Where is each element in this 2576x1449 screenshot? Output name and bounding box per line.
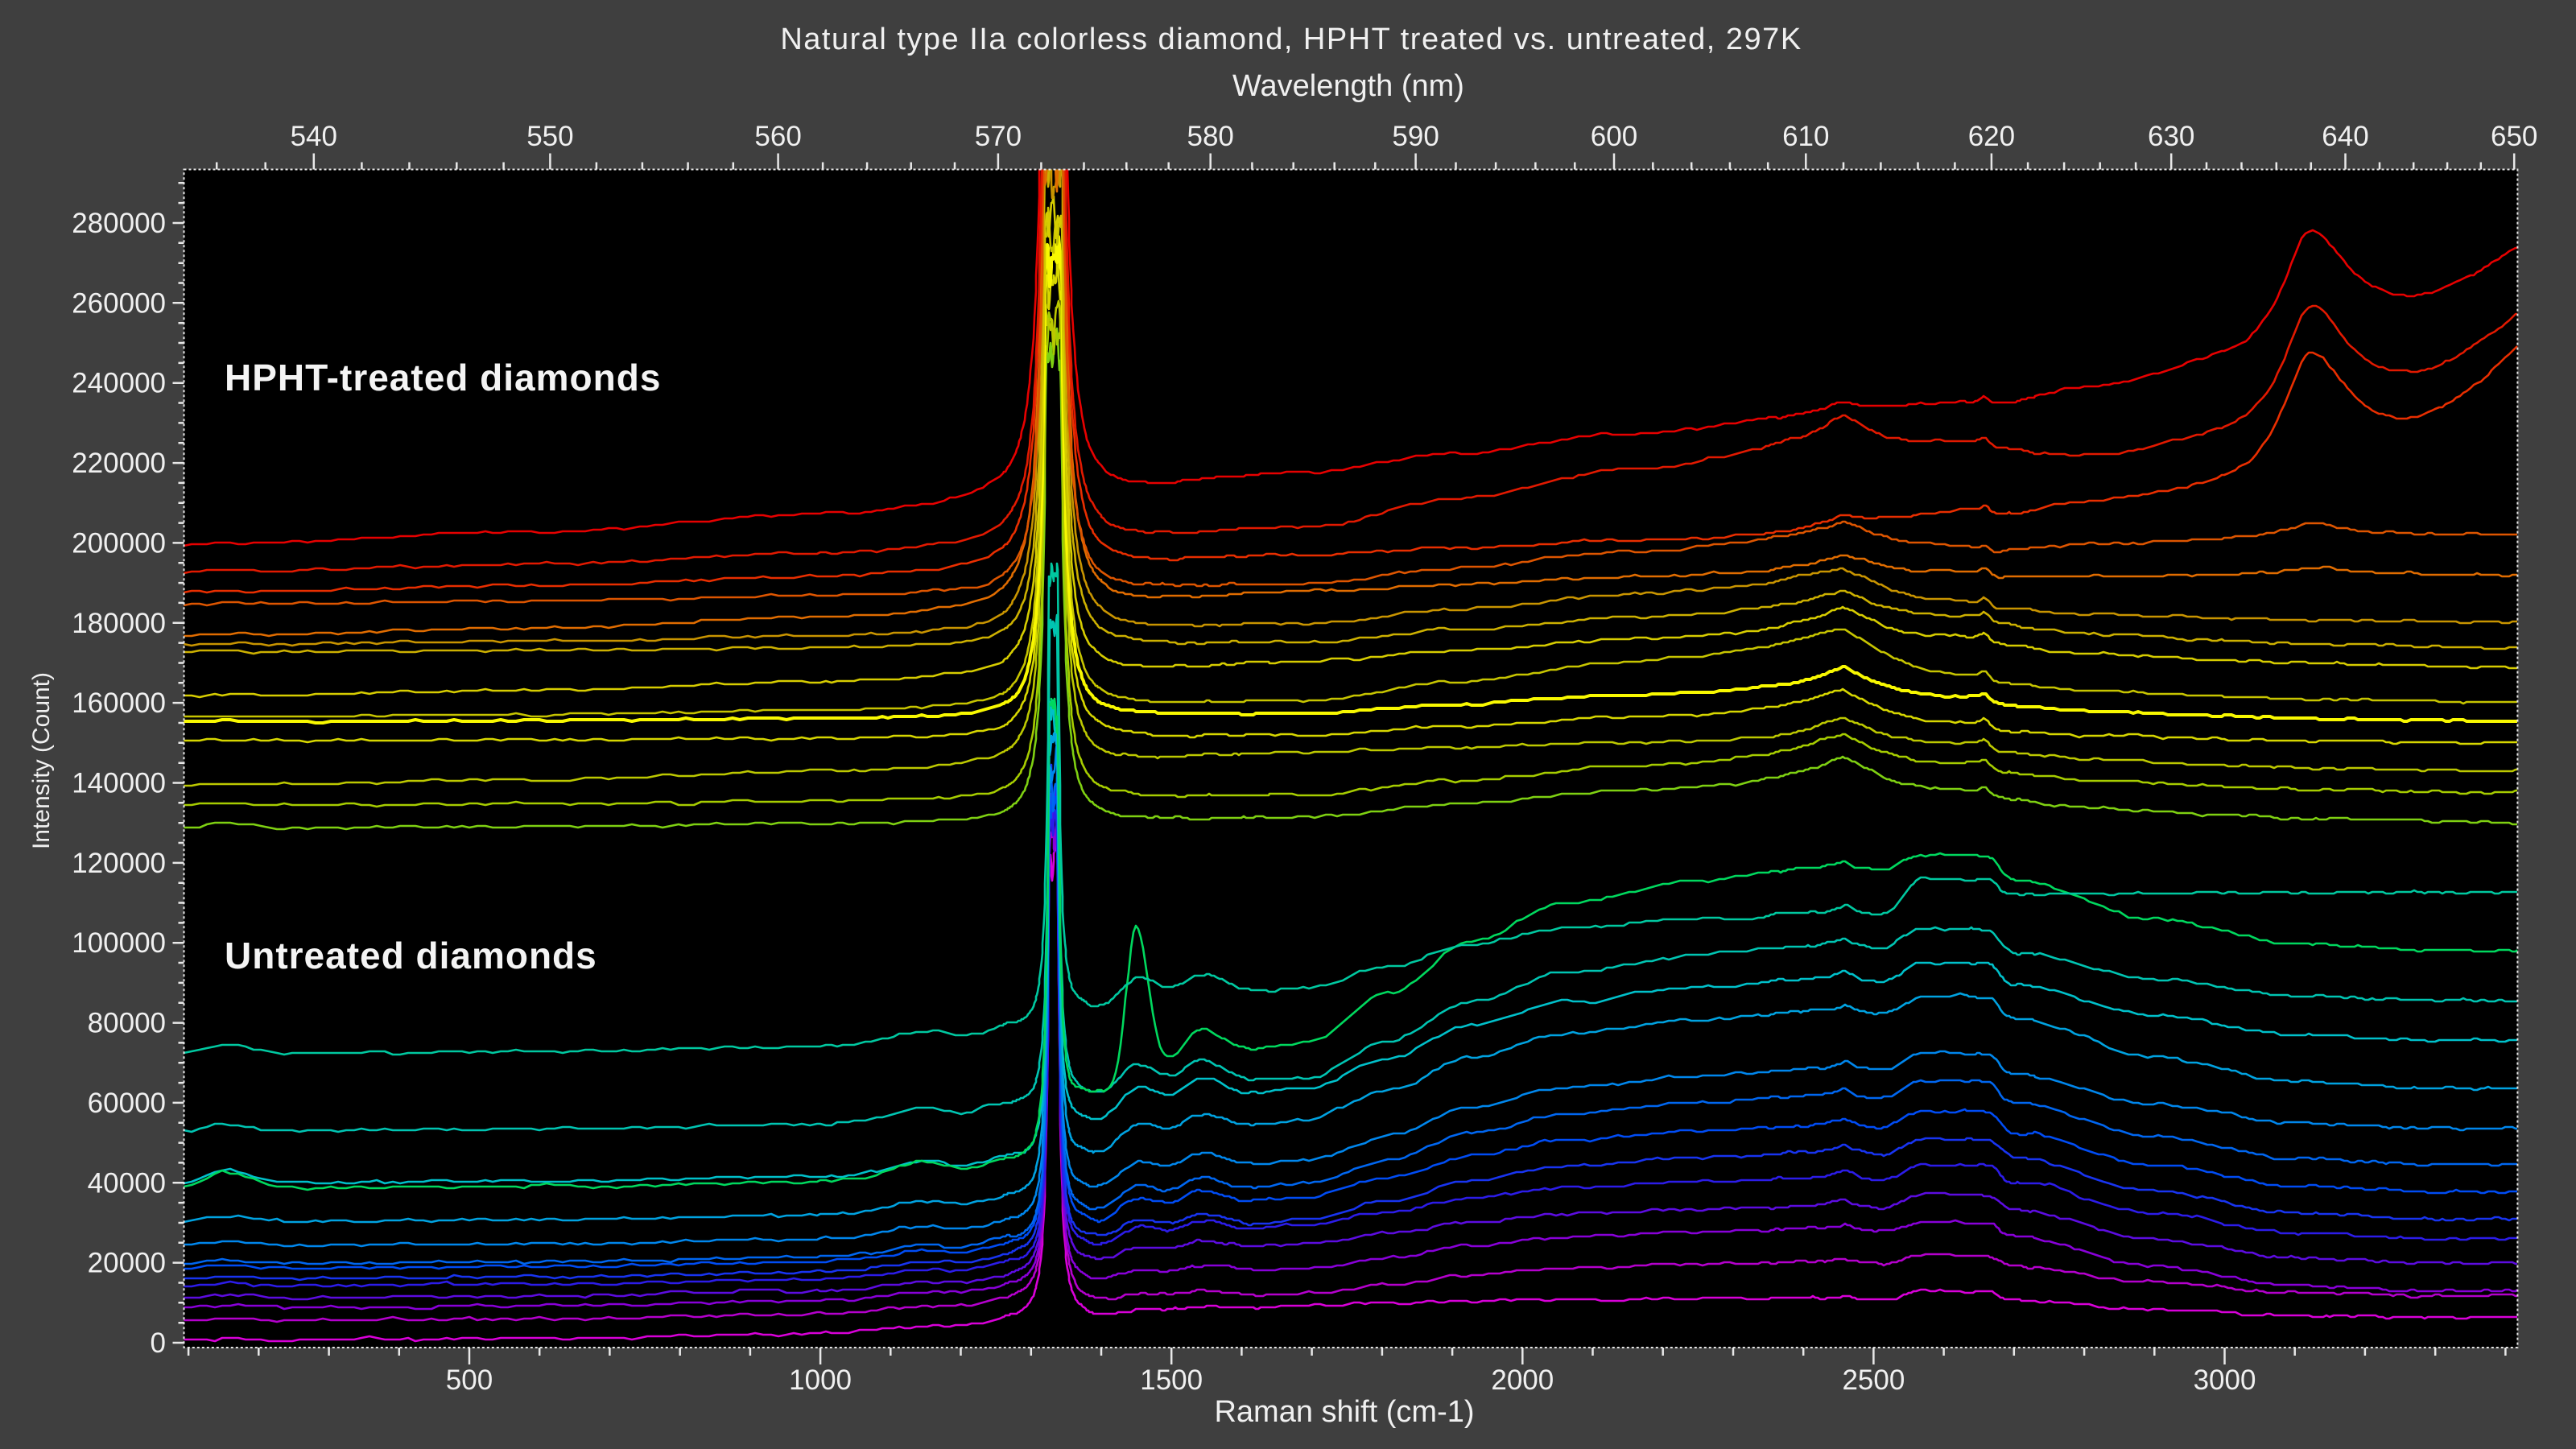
svg-text:0: 0 (151, 1327, 166, 1359)
svg-text:2500: 2500 (1842, 1364, 1905, 1396)
svg-text:570: 570 (975, 121, 1022, 152)
svg-text:280000: 280000 (72, 208, 166, 239)
svg-text:540: 540 (291, 121, 337, 152)
svg-text:650: 650 (2491, 121, 2537, 152)
svg-text:500: 500 (446, 1364, 493, 1396)
svg-text:HPHT-treated diamonds: HPHT-treated diamonds (225, 357, 661, 398)
svg-text:160000: 160000 (72, 687, 166, 719)
svg-text:560: 560 (754, 121, 801, 152)
svg-text:610: 610 (1782, 121, 1829, 152)
svg-text:100000: 100000 (72, 927, 166, 959)
svg-text:40000: 40000 (88, 1167, 166, 1199)
svg-text:140000: 140000 (72, 768, 166, 799)
svg-text:Natural type IIa colorless dia: Natural type IIa colorless diamond, HPHT… (780, 23, 1802, 56)
svg-text:620: 620 (1968, 121, 2015, 152)
svg-text:Wavelength (nm): Wavelength (nm) (1232, 69, 1464, 103)
svg-text:220000: 220000 (72, 448, 166, 479)
svg-text:80000: 80000 (88, 1008, 166, 1039)
svg-text:260000: 260000 (72, 287, 166, 319)
svg-text:180000: 180000 (72, 608, 166, 639)
svg-text:Raman shift (cm-1): Raman shift (cm-1) (1214, 1395, 1474, 1429)
svg-text:600: 600 (1591, 121, 1637, 152)
svg-text:640: 640 (2322, 121, 2368, 152)
svg-text:120000: 120000 (72, 848, 166, 879)
svg-text:630: 630 (2148, 121, 2194, 152)
svg-text:Intensity (Count): Intensity (Count) (28, 672, 55, 849)
svg-text:3000: 3000 (2194, 1364, 2256, 1396)
svg-text:200000: 200000 (72, 527, 166, 559)
svg-text:550: 550 (526, 121, 573, 152)
svg-text:20000: 20000 (88, 1248, 166, 1279)
svg-text:Untreated diamonds: Untreated diamonds (225, 935, 597, 976)
svg-text:1500: 1500 (1140, 1364, 1203, 1396)
svg-text:240000: 240000 (72, 368, 166, 399)
svg-text:1000: 1000 (789, 1364, 852, 1396)
svg-text:580: 580 (1187, 121, 1233, 152)
svg-text:60000: 60000 (88, 1088, 166, 1119)
svg-text:2000: 2000 (1491, 1364, 1554, 1396)
svg-text:590: 590 (1392, 121, 1439, 152)
